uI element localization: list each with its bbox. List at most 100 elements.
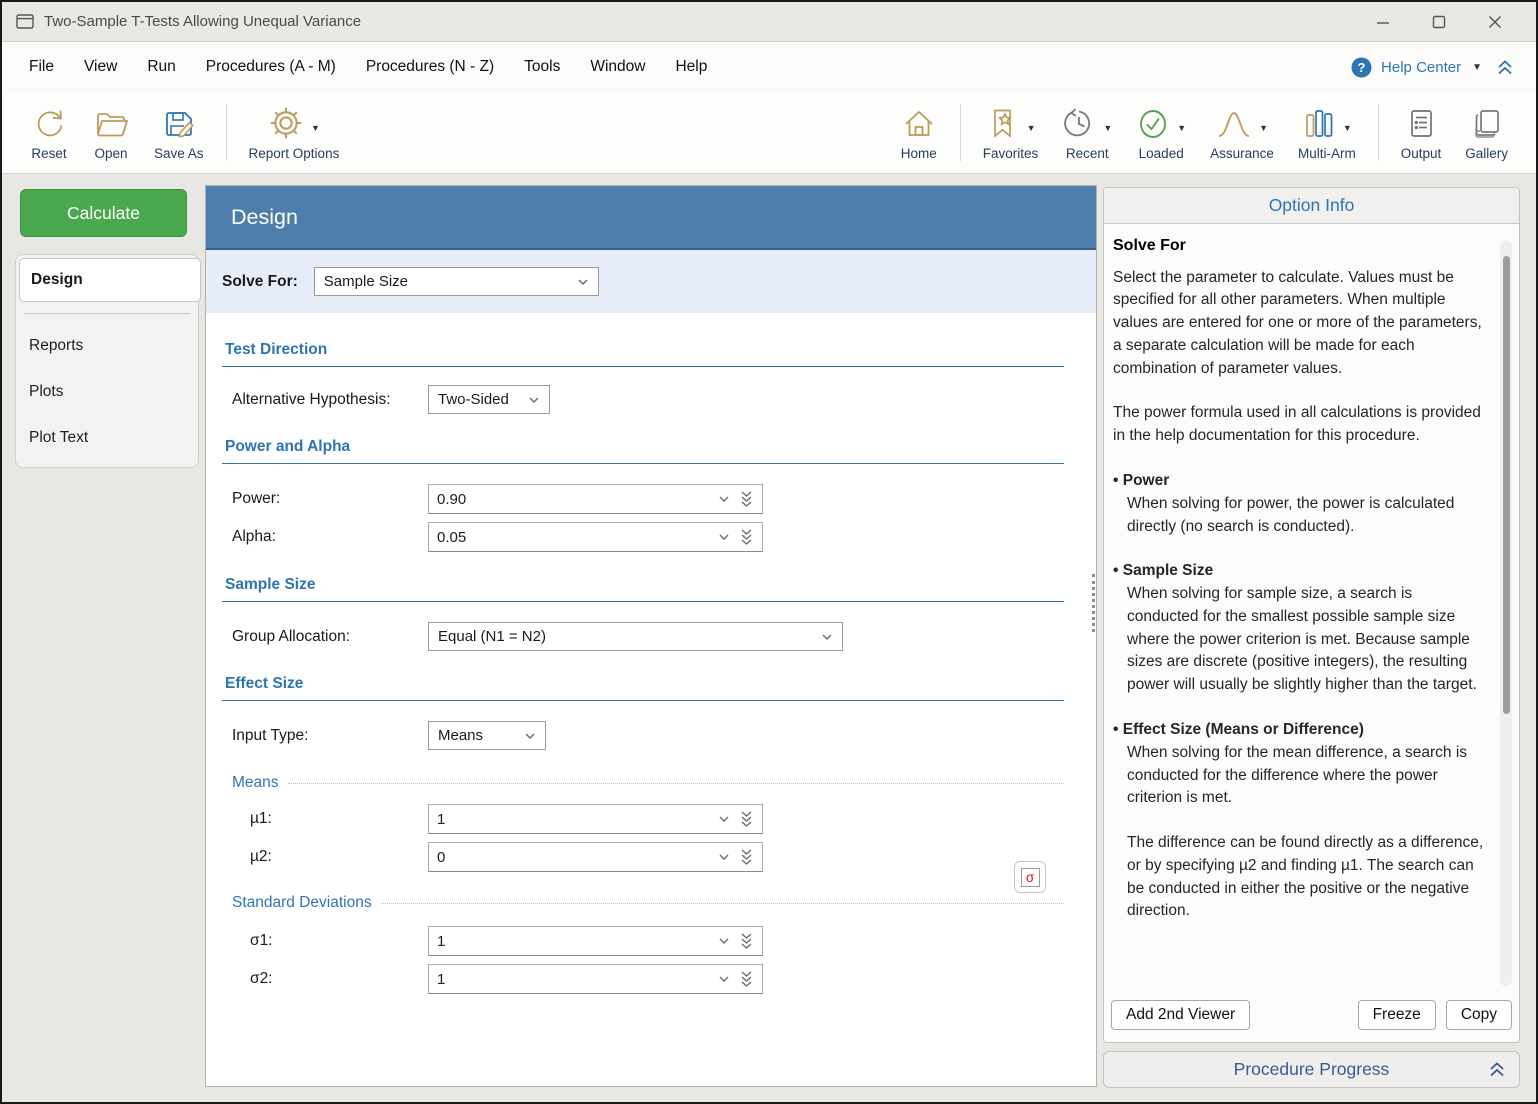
combo-dropdown-icon[interactable] xyxy=(713,971,735,987)
combo-dropdown-icon[interactable] xyxy=(713,933,735,949)
solve-for-select[interactable]: Sample Size xyxy=(314,267,599,296)
mu1-input[interactable]: 1 xyxy=(428,804,763,834)
alt-hypothesis-select[interactable]: Two-Sided xyxy=(428,385,550,414)
means-group-label: Means xyxy=(232,774,279,792)
window-icon xyxy=(16,14,34,29)
report-options-icon xyxy=(268,105,304,141)
help-icon: ? xyxy=(1351,57,1372,78)
sidebar-tab-design[interactable]: Design xyxy=(19,258,201,302)
add-2nd-viewer-button[interactable]: Add 2nd Viewer xyxy=(1111,1000,1250,1030)
assurance-icon xyxy=(1216,107,1252,141)
section-test-direction: Test Direction xyxy=(222,341,1064,367)
power-label: Power: xyxy=(232,490,428,508)
menu-window[interactable]: Window xyxy=(575,49,660,85)
menu-run[interactable]: Run xyxy=(132,49,190,85)
combo-dropdown-icon[interactable] xyxy=(713,491,735,507)
panel-splitter-handle[interactable] xyxy=(1092,574,1095,632)
sigma2-input[interactable]: 1 xyxy=(428,964,763,994)
save-as-icon xyxy=(162,107,196,141)
combo-dropdown-icon[interactable] xyxy=(713,529,735,545)
combo-spinner-icon[interactable] xyxy=(735,525,758,550)
input-type-select[interactable]: Means xyxy=(428,721,546,750)
recent-button[interactable]: ▼ Recent xyxy=(1050,92,1124,173)
section-power-alpha: Power and Alpha xyxy=(222,438,1064,464)
alt-hypothesis-label: Alternative Hypothesis: xyxy=(232,391,428,409)
favorites-icon xyxy=(986,107,1020,141)
option-info-body: Solve For Select the parameter to calcul… xyxy=(1104,224,1519,996)
collapse-icon xyxy=(1496,60,1514,75)
sigma-icon: σ xyxy=(1021,868,1040,887)
option-info-bullet: Sample Size When solving for sample size… xyxy=(1113,560,1485,697)
menu-file[interactable]: File xyxy=(14,49,69,85)
std-dev-group-label: Standard Deviations xyxy=(232,894,372,912)
gallery-button[interactable]: Gallery xyxy=(1453,92,1520,173)
svg-text:?: ? xyxy=(1358,60,1366,75)
sidebar-tab-reports[interactable]: Reports xyxy=(16,325,198,367)
option-info-paragraph: The power formula used in all calculatio… xyxy=(1113,402,1485,448)
combo-dropdown-icon[interactable] xyxy=(713,811,735,827)
menu-view[interactable]: View xyxy=(69,49,132,85)
favorites-caret-icon: ▼ xyxy=(1027,123,1036,133)
calculate-button[interactable]: Calculate xyxy=(20,189,187,237)
assurance-caret-icon: ▼ xyxy=(1259,123,1268,133)
input-type-label: Input Type: xyxy=(232,727,428,745)
mu2-input[interactable]: 0 xyxy=(428,842,763,872)
multi-arm-button[interactable]: ▼ Multi-Arm xyxy=(1286,92,1368,173)
combo-spinner-icon[interactable] xyxy=(735,807,758,832)
gallery-icon xyxy=(1470,107,1504,141)
content-area: Calculate Design Reports Plots Plot Text… xyxy=(2,174,1536,1102)
output-button[interactable]: Output xyxy=(1389,92,1454,173)
sigma1-input[interactable]: 1 xyxy=(428,926,763,956)
option-info-footer: Add 2nd Viewer Freeze Copy xyxy=(1104,996,1519,1042)
maximize-button[interactable] xyxy=(1426,9,1452,35)
favorites-button[interactable]: ▼ Favorites xyxy=(971,92,1051,173)
option-info-bullet: Power When solving for power, the power … xyxy=(1113,470,1485,538)
assurance-button[interactable]: ▼ Assurance xyxy=(1198,92,1286,173)
app-window: Two-Sample T-Tests Allowing Unequal Vari… xyxy=(0,0,1538,1104)
combo-dropdown-icon[interactable] xyxy=(713,849,735,865)
report-options-caret-icon: ▼ xyxy=(311,123,320,133)
chevron-down-icon xyxy=(577,278,589,286)
minimize-button[interactable] xyxy=(1370,9,1396,35)
combo-spinner-icon[interactable] xyxy=(735,845,758,870)
power-input[interactable]: 0.90 xyxy=(428,484,763,514)
solve-for-row: Solve For: Sample Size xyxy=(206,250,1096,313)
sigma-tool-button[interactable]: σ xyxy=(1014,861,1046,893)
home-button[interactable]: Home xyxy=(888,92,950,173)
menu-tools[interactable]: Tools xyxy=(509,49,575,85)
chevron-down-icon xyxy=(821,633,833,641)
sidebar-tab-plots[interactable]: Plots xyxy=(16,371,198,413)
reset-button[interactable]: Reset xyxy=(18,92,80,173)
report-options-button[interactable]: ▼ Report Options xyxy=(237,92,352,173)
option-info-scrollbar[interactable] xyxy=(1500,240,1512,986)
menu-help[interactable]: Help xyxy=(660,49,722,85)
close-button[interactable] xyxy=(1482,9,1508,35)
menu-procedures-nz[interactable]: Procedures (N - Z) xyxy=(351,49,509,85)
freeze-button[interactable]: Freeze xyxy=(1358,1000,1436,1030)
combo-spinner-icon[interactable] xyxy=(735,487,758,512)
option-info-panel: Option Info Solve For Select the paramet… xyxy=(1103,187,1520,1043)
scrollbar-thumb[interactable] xyxy=(1503,256,1510,714)
combo-spinner-icon[interactable] xyxy=(735,929,758,954)
open-button[interactable]: Open xyxy=(80,92,142,173)
alpha-input[interactable]: 0.05 xyxy=(428,522,763,552)
save-as-button[interactable]: Save As xyxy=(142,92,216,173)
solve-for-label: Solve For: xyxy=(222,273,298,291)
copy-button[interactable]: Copy xyxy=(1446,1000,1512,1030)
collapse-ribbon-button[interactable] xyxy=(1496,60,1514,75)
home-icon xyxy=(902,107,936,141)
combo-spinner-icon[interactable] xyxy=(735,967,758,992)
sigma1-label: σ1: xyxy=(250,932,428,950)
procedure-progress-header[interactable]: Procedure Progress xyxy=(1103,1051,1520,1088)
alpha-label: Alpha: xyxy=(232,528,428,546)
sidebar-tab-plot-text[interactable]: Plot Text xyxy=(16,417,198,459)
output-icon xyxy=(1404,107,1438,141)
help-center-button[interactable]: ? Help Center ▼ xyxy=(1351,57,1482,78)
option-info-header: Option Info xyxy=(1104,188,1519,224)
group-allocation-select[interactable]: Equal (N1 = N2) xyxy=(428,622,843,651)
menu-procedures-am[interactable]: Procedures (A - M) xyxy=(191,49,351,85)
loaded-button[interactable]: ▼ Loaded xyxy=(1124,92,1198,173)
recent-caret-icon: ▼ xyxy=(1103,123,1112,133)
reset-icon xyxy=(32,107,66,141)
recent-icon xyxy=(1062,107,1096,141)
